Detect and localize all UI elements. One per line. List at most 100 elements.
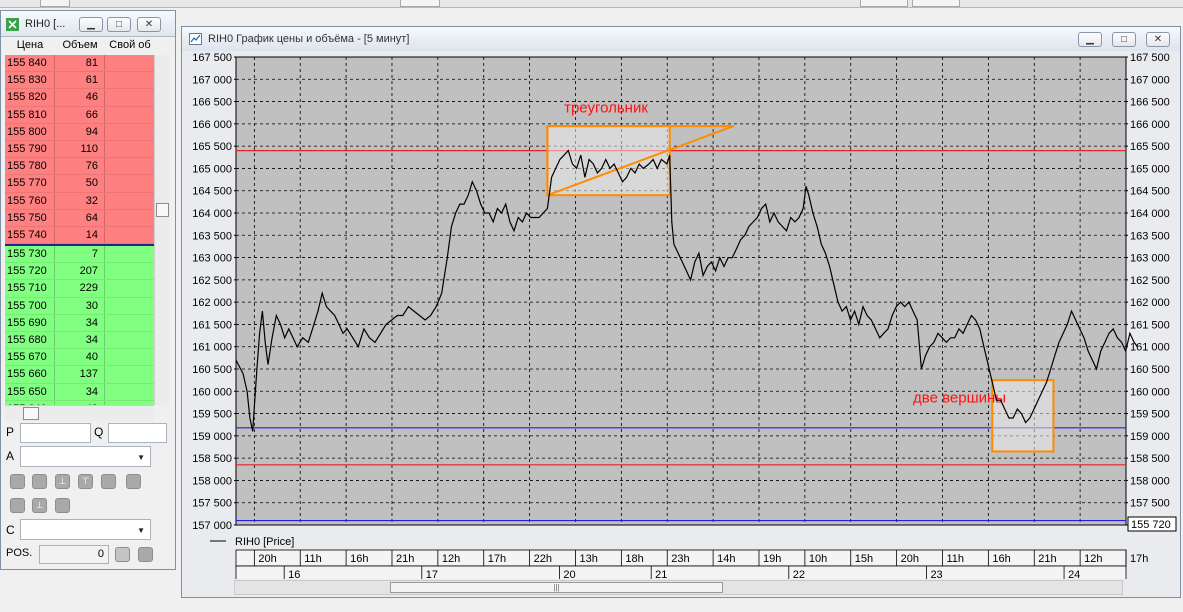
ask-row[interactable]: 155 780 76	[5, 158, 154, 176]
row-volume[interactable]: 34	[55, 332, 105, 349]
row-price[interactable]: 155 710	[5, 280, 55, 297]
row-price[interactable]: 155 690	[5, 314, 55, 331]
scrollbar-thumb[interactable]	[23, 407, 39, 420]
scrollbar-thumb[interactable]: |||	[390, 582, 723, 593]
row-own-volume[interactable]	[105, 349, 154, 365]
ask-row[interactable]: 155 760 32	[5, 192, 154, 210]
row-volume[interactable]: 7	[55, 246, 105, 263]
row-volume[interactable]: 34	[55, 383, 105, 400]
price-input[interactable]	[20, 423, 91, 443]
ask-row[interactable]: 155 830 61	[5, 72, 154, 90]
row-volume[interactable]: 94	[55, 123, 105, 140]
order-book-horizontal-scrollbar[interactable]	[5, 405, 154, 421]
row-price[interactable]: 155 830	[5, 72, 55, 89]
row-own-volume[interactable]	[105, 315, 154, 331]
row-own-volume[interactable]	[105, 366, 154, 382]
row-volume[interactable]: 14	[55, 226, 105, 244]
bid-row[interactable]: 155 710 229	[5, 280, 154, 298]
maximize-button[interactable]: □	[107, 17, 131, 32]
ask-row[interactable]: 155 840 81	[5, 55, 154, 73]
row-own-volume[interactable]	[105, 193, 154, 209]
row-price[interactable]: 155 810	[5, 106, 55, 123]
toolbar-button[interactable]	[40, 0, 70, 7]
position-action-button[interactable]	[115, 547, 130, 562]
scrollbar-thumb[interactable]	[156, 203, 169, 217]
row-volume[interactable]: 61	[55, 72, 105, 89]
row-own-volume[interactable]	[105, 107, 154, 123]
plot-area[interactable]	[235, 56, 1127, 526]
row-own-volume[interactable]	[105, 332, 154, 348]
row-volume[interactable]: 229	[55, 280, 105, 297]
close-button[interactable]: ✕	[1146, 32, 1170, 47]
column-header-own-volume[interactable]: Свой об	[105, 39, 155, 54]
row-price[interactable]: 155 800	[5, 123, 55, 140]
account-select[interactable]: ▼	[20, 446, 151, 467]
row-volume[interactable]: 64	[55, 209, 105, 226]
row-volume[interactable]: 81	[55, 55, 105, 72]
row-price[interactable]: 155 820	[5, 89, 55, 106]
bid-row[interactable]: 155 670 40	[5, 349, 154, 367]
row-price[interactable]: 155 650	[5, 383, 55, 400]
row-volume[interactable]: 207	[55, 263, 105, 280]
row-volume[interactable]: 34	[55, 314, 105, 331]
row-price[interactable]: 155 770	[5, 175, 55, 192]
column-header-price[interactable]: Цена	[5, 39, 55, 54]
ask-row[interactable]: 155 810 66	[5, 106, 154, 124]
action-button[interactable]	[126, 474, 141, 489]
row-own-volume[interactable]	[105, 298, 154, 314]
toolbar-button[interactable]	[912, 0, 960, 7]
bid-row[interactable]: 155 660 137	[5, 366, 154, 384]
row-own-volume[interactable]	[105, 141, 154, 157]
action-button[interactable]	[10, 498, 25, 513]
row-price[interactable]: 155 700	[5, 297, 55, 314]
row-own-volume[interactable]	[105, 124, 154, 140]
row-price[interactable]: 155 730	[5, 246, 55, 263]
toolbar-button[interactable]	[860, 0, 908, 7]
close-button[interactable]: ✕	[137, 17, 161, 32]
row-own-volume[interactable]	[105, 175, 154, 191]
order-book-titlebar[interactable]: RIH0 [... ▁ □ ✕	[1, 11, 175, 37]
minimize-button[interactable]: ▁	[79, 17, 103, 32]
chart-titlebar[interactable]: RIH0 График цены и объёма - [5 минут] ▁ …	[182, 27, 1180, 51]
row-own-volume[interactable]	[105, 55, 154, 71]
row-volume[interactable]: 110	[55, 140, 105, 158]
column-header-volume[interactable]: Объем	[55, 39, 105, 54]
row-price[interactable]: 155 750	[5, 209, 55, 226]
action-button[interactable]	[55, 498, 70, 513]
bid-row[interactable]: 155 680 34	[5, 332, 154, 350]
action-button[interactable]	[32, 474, 47, 489]
ask-row[interactable]: 155 800 94	[5, 123, 154, 141]
row-volume[interactable]: 30	[55, 297, 105, 314]
row-volume[interactable]: 32	[55, 192, 105, 209]
bid-row[interactable]: 155 690 34	[5, 314, 154, 332]
row-price[interactable]: 155 670	[5, 349, 55, 366]
row-price[interactable]: 155 840	[5, 55, 55, 72]
row-volume[interactable]: 76	[55, 158, 105, 175]
row-volume[interactable]: 137	[55, 366, 105, 383]
ask-row[interactable]: 155 820 46	[5, 89, 154, 107]
row-own-volume[interactable]	[105, 384, 154, 400]
row-own-volume[interactable]	[105, 227, 154, 243]
row-own-volume[interactable]	[105, 72, 154, 88]
row-volume[interactable]: 66	[55, 106, 105, 123]
quantity-input[interactable]	[108, 423, 167, 443]
row-own-volume[interactable]	[105, 263, 154, 279]
row-price[interactable]: 155 740	[5, 226, 55, 244]
action-button[interactable]: ⊥	[32, 498, 47, 513]
row-own-volume[interactable]	[105, 158, 154, 174]
bid-row[interactable]: 155 650 34	[5, 383, 154, 401]
ask-row[interactable]: 155 740 14	[5, 226, 154, 245]
row-own-volume[interactable]	[105, 280, 154, 296]
action-button[interactable]	[10, 474, 25, 489]
order-book-vertical-scrollbar[interactable]	[154, 55, 170, 405]
position-action-button[interactable]	[138, 547, 153, 562]
stop-order-button[interactable]: ⊥	[55, 474, 70, 489]
bid-row[interactable]: 155 720 207	[5, 263, 154, 281]
bid-row[interactable]: 155 700 30	[5, 297, 154, 315]
row-volume[interactable]: 46	[55, 89, 105, 106]
time-axis[interactable]: 20h 11h 16h 21h 12h 17h 22h 13h 18h 23h 14h 19h 10h 1…	[235, 549, 1148, 579]
row-price[interactable]: 155 780	[5, 158, 55, 175]
minimize-button[interactable]: ▁	[1078, 32, 1102, 47]
take-profit-button[interactable]: ⊤	[78, 474, 93, 489]
ask-row[interactable]: 155 770 50	[5, 175, 154, 193]
